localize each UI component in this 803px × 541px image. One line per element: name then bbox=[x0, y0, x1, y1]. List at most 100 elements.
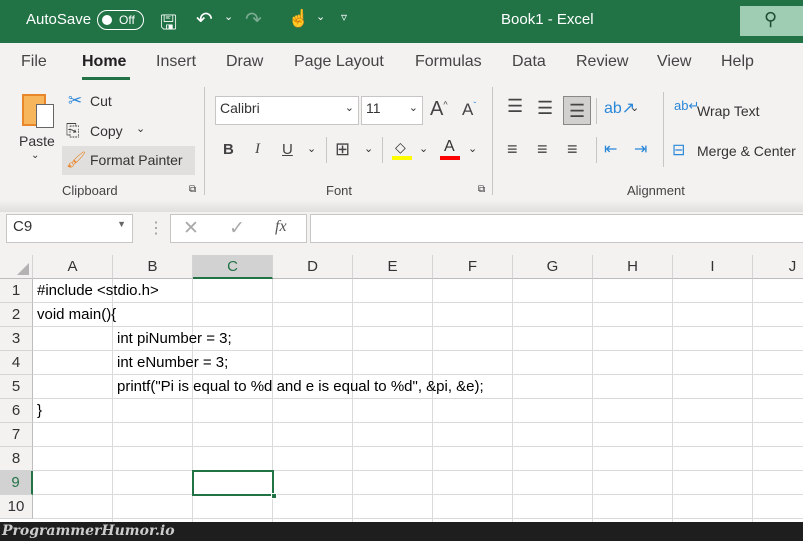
cell-B3[interactable]: int piNumber = 3; bbox=[117, 327, 232, 351]
underline-dropdown-icon[interactable]: ⌄ bbox=[307, 142, 316, 155]
select-all-corner[interactable] bbox=[0, 255, 33, 279]
column-header-C[interactable]: C bbox=[193, 255, 273, 279]
column-header-G[interactable]: G bbox=[513, 255, 593, 279]
font-color-button[interactable]: A bbox=[440, 138, 460, 161]
tab-page-layout[interactable]: Page Layout bbox=[294, 53, 384, 71]
formula-input[interactable] bbox=[310, 214, 803, 243]
column-header-J[interactable]: J bbox=[753, 255, 803, 279]
touch-dropdown-icon[interactable]: ⌄ bbox=[316, 10, 325, 23]
gridline bbox=[752, 279, 753, 522]
bottom-align-button[interactable]: ☰ bbox=[563, 96, 591, 125]
wrap-text-icon: ab↵ bbox=[674, 98, 700, 113]
column-header-F[interactable]: F bbox=[433, 255, 513, 279]
paste-dropdown-icon[interactable]: ⌄ bbox=[31, 150, 39, 161]
align-right-icon[interactable]: ≡ bbox=[567, 139, 578, 160]
customize-icon[interactable]: ▿ bbox=[341, 10, 347, 24]
paintbrush-icon: 🖌 bbox=[66, 152, 87, 169]
row-header-10[interactable]: 10 bbox=[0, 495, 33, 519]
borders-icon[interactable]: ⊞ bbox=[335, 139, 350, 160]
cell-B4[interactable]: int eNumber = 3; bbox=[117, 351, 228, 375]
format-painter-button[interactable]: 🖌 Format Painter bbox=[62, 146, 195, 175]
increase-font-size-icon[interactable]: A^ bbox=[430, 98, 448, 121]
tab-file[interactable]: File bbox=[21, 53, 47, 71]
tab-help[interactable]: Help bbox=[721, 53, 754, 71]
underline-button[interactable]: U bbox=[282, 141, 293, 158]
decrease-indent-icon[interactable]: ⇤ bbox=[604, 139, 617, 159]
splitter-handle[interactable]: ⋮ bbox=[148, 218, 164, 238]
copy-button[interactable]: Copy bbox=[90, 123, 123, 139]
row-header-3[interactable]: 3 bbox=[0, 327, 33, 351]
row-header-6[interactable]: 6 bbox=[0, 399, 33, 423]
redo-icon[interactable]: ↷ bbox=[245, 7, 262, 32]
autosave-toggle[interactable]: Off bbox=[97, 10, 144, 30]
tab-home[interactable]: Home bbox=[82, 53, 126, 71]
align-center-icon[interactable]: ≡ bbox=[537, 139, 548, 160]
row-header-1[interactable]: 1 bbox=[0, 279, 33, 303]
column-header-B[interactable]: B bbox=[113, 255, 193, 279]
tab-data[interactable]: Data bbox=[512, 53, 546, 71]
tab-insert[interactable]: Insert bbox=[156, 53, 196, 71]
row-header-5[interactable]: 5 bbox=[0, 375, 33, 399]
fill-color-button[interactable]: ◇ bbox=[392, 139, 412, 161]
row-header-9[interactable]: 9 bbox=[0, 471, 33, 495]
tab-view[interactable]: View bbox=[657, 53, 691, 71]
worksheet-grid[interactable]: A B C D E F G H I J 1 2 3 4 5 6 7 8 9 10 #include <stdio.h> v… bbox=[0, 255, 803, 522]
row-header-2[interactable]: 2 bbox=[0, 303, 33, 327]
font-launcher-icon[interactable]: ⧉ bbox=[478, 184, 485, 195]
cell-A6[interactable]: } bbox=[37, 399, 42, 423]
paste-label[interactable]: Paste bbox=[19, 133, 55, 149]
orientation-dropdown-icon[interactable]: ⌄ bbox=[630, 101, 639, 114]
bold-button[interactable]: B bbox=[223, 141, 234, 158]
clipboard-launcher-icon[interactable]: ⧉ bbox=[189, 184, 196, 195]
column-header-D[interactable]: D bbox=[273, 255, 353, 279]
increase-indent-icon[interactable]: ⇥ bbox=[634, 139, 647, 159]
cell-B5[interactable]: printf("Pi is equal to %d and e is equal… bbox=[117, 375, 484, 399]
font-name-select[interactable]: Calibri ⌄ bbox=[215, 96, 359, 125]
undo-icon[interactable]: ↶ bbox=[196, 7, 213, 32]
copy-dropdown-icon[interactable]: ⌄ bbox=[136, 122, 145, 135]
decrease-font-size-icon[interactable]: Aˇ bbox=[462, 100, 476, 120]
row-header-8[interactable]: 8 bbox=[0, 447, 33, 471]
touch-mode-icon[interactable]: ☝ bbox=[288, 9, 309, 29]
cell-A1[interactable]: #include <stdio.h> bbox=[37, 279, 159, 303]
wrap-text-button[interactable]: Wrap Text bbox=[697, 103, 760, 119]
merge-center-icon: ⊟ bbox=[672, 142, 686, 159]
fill-handle[interactable] bbox=[271, 493, 277, 499]
column-header-E[interactable]: E bbox=[353, 255, 433, 279]
name-box-dropdown-icon: ▼ bbox=[117, 219, 126, 229]
align-left-icon[interactable]: ≡ bbox=[507, 139, 518, 160]
tab-draw[interactable]: Draw bbox=[226, 53, 263, 71]
tab-formulas[interactable]: Formulas bbox=[415, 53, 482, 71]
cell-A2[interactable]: void main(){ bbox=[37, 303, 116, 327]
name-box[interactable]: C9 ▼ bbox=[6, 214, 133, 243]
merge-center-button[interactable]: Merge & Center bbox=[697, 143, 796, 159]
search-icon: ⚲ bbox=[764, 9, 778, 29]
font-group-label: Font bbox=[326, 183, 353, 198]
row-header-4[interactable]: 4 bbox=[0, 351, 33, 375]
row-header-7[interactable]: 7 bbox=[0, 423, 33, 447]
search-box[interactable]: ⚲ bbox=[740, 6, 803, 36]
formula-bar-area: C9 ▼ ⋮ ✕ ✓ fx bbox=[0, 200, 803, 255]
font-color-dropdown-icon[interactable]: ⌄ bbox=[468, 142, 477, 155]
enter-icon[interactable]: ✓ bbox=[229, 217, 245, 240]
column-header-H[interactable]: H bbox=[593, 255, 673, 279]
gridline bbox=[592, 279, 593, 522]
font-size-select[interactable]: 11 ⌄ bbox=[361, 96, 423, 125]
cancel-icon[interactable]: ✕ bbox=[183, 217, 199, 240]
fill-dropdown-icon[interactable]: ⌄ bbox=[419, 142, 428, 155]
column-header-A[interactable]: A bbox=[33, 255, 113, 279]
paste-button[interactable] bbox=[22, 90, 56, 130]
tab-review[interactable]: Review bbox=[576, 53, 628, 71]
italic-button[interactable]: I bbox=[255, 141, 260, 158]
selected-cell-border[interactable] bbox=[192, 470, 274, 496]
cut-button[interactable]: Cut bbox=[90, 93, 112, 109]
column-header-I[interactable]: I bbox=[673, 255, 753, 279]
insert-function-button[interactable]: fx bbox=[275, 218, 287, 236]
borders-dropdown-icon[interactable]: ⌄ bbox=[364, 142, 373, 155]
formula-controls: ✕ ✓ fx bbox=[170, 214, 307, 243]
gridline bbox=[352, 279, 353, 522]
undo-dropdown-icon[interactable]: ⌄ bbox=[224, 10, 233, 23]
middle-align-icon[interactable]: ☰ bbox=[537, 98, 553, 119]
top-align-icon[interactable]: ☰ bbox=[507, 96, 523, 117]
save-icon[interactable]: 🖫 bbox=[160, 8, 177, 42]
